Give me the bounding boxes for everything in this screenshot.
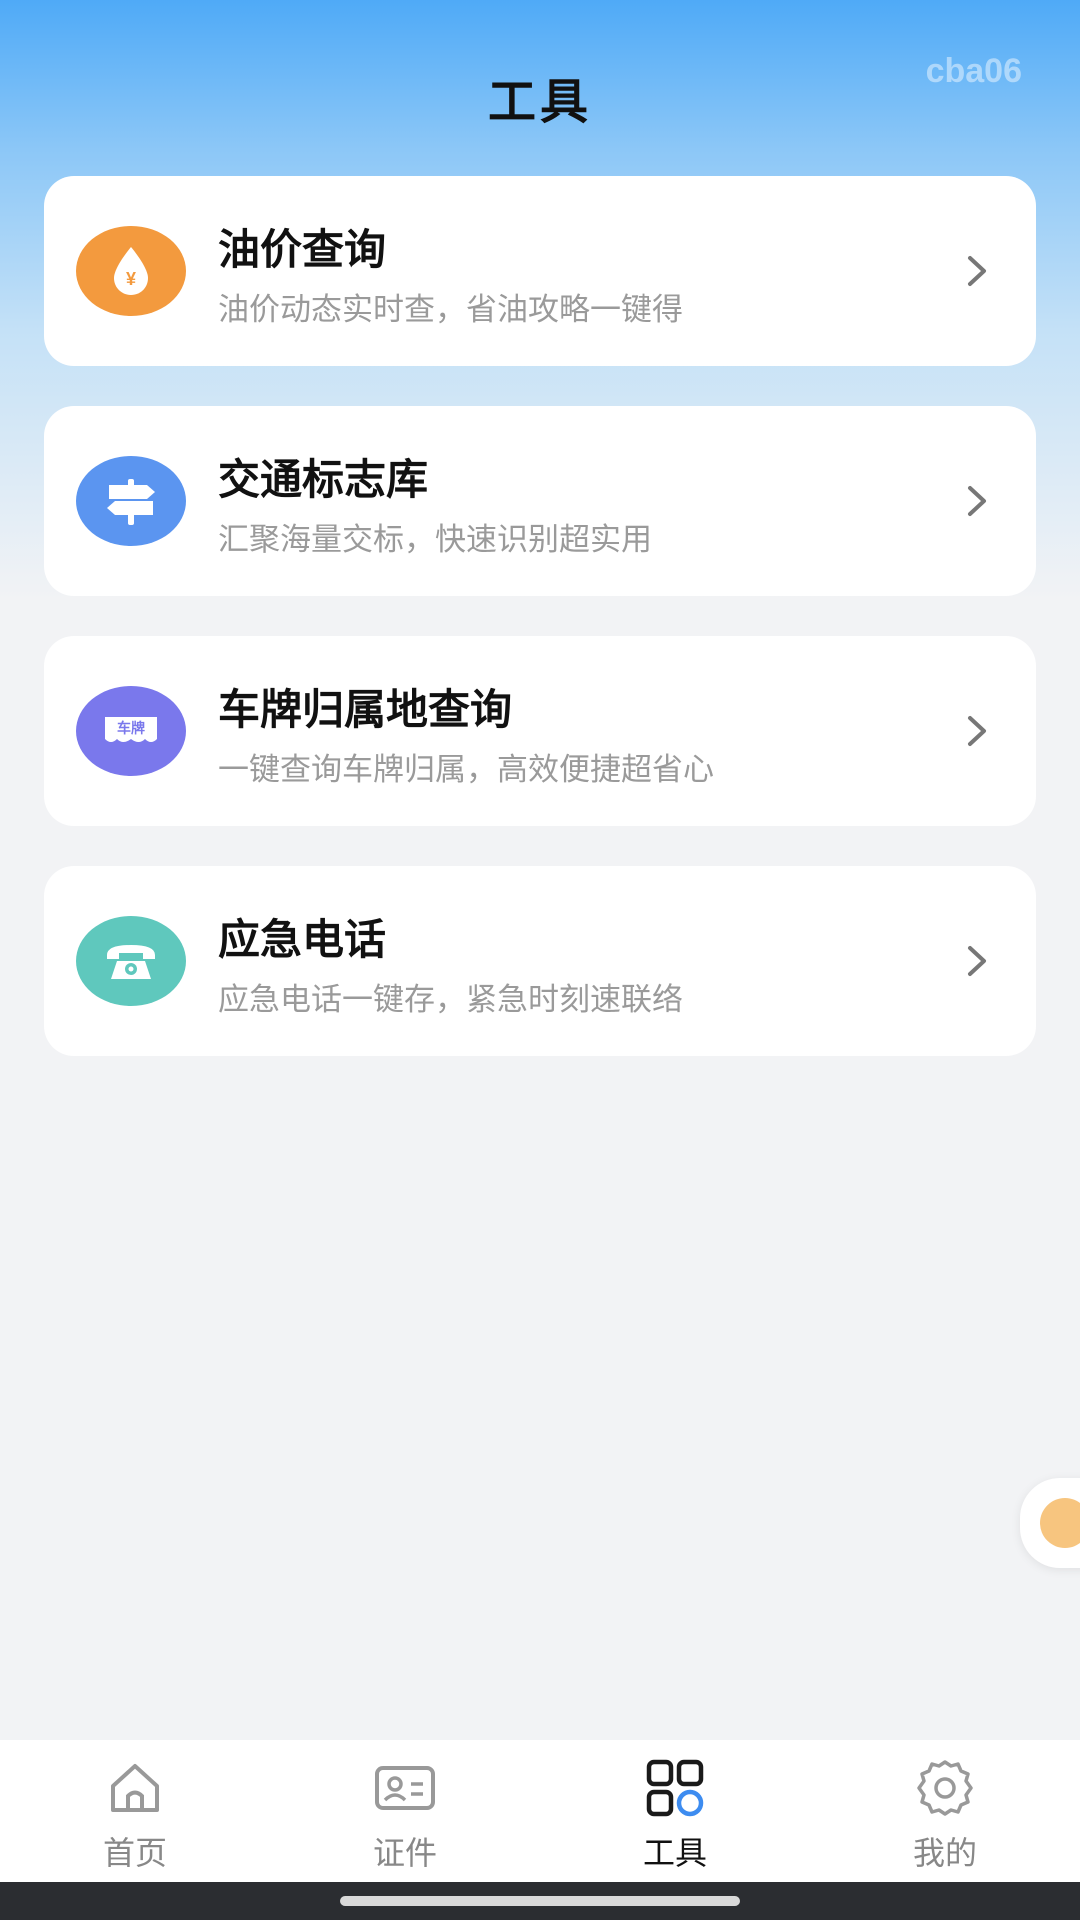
tab-mine[interactable]: 我的	[810, 1740, 1080, 1882]
tool-card-traffic-signs[interactable]: 交通标志库 汇聚海量交标，快速识别超实用	[44, 406, 1036, 596]
tool-list: ¥ 油价查询 油价动态实时查，省油攻略一键得 交通标志库 汇聚海量交标，快速识别…	[44, 176, 1036, 1096]
tab-label: 证件	[372, 1834, 437, 1872]
tab-documents[interactable]: 证件	[270, 1740, 540, 1882]
telephone-icon	[76, 916, 186, 1006]
home-icon	[111, 1764, 159, 1812]
tool-title: 应急电话	[218, 915, 387, 964]
tool-title: 油价查询	[218, 225, 387, 274]
watermark-text: cba06	[925, 52, 1022, 90]
chevron-right-icon	[968, 256, 986, 286]
oil-drop-icon: ¥	[76, 226, 186, 316]
floating-button[interactable]	[1020, 1478, 1080, 1568]
tool-subtitle: 油价动态实时查，省油攻略一键得	[218, 292, 683, 328]
tool-card-oil-price[interactable]: ¥ 油价查询 油价动态实时查，省油攻略一键得	[44, 176, 1036, 366]
floating-button-icon	[1040, 1498, 1080, 1548]
bottom-tab-bar: 首页 证件 工具 我的	[0, 1740, 1080, 1882]
chevron-right-icon	[968, 716, 986, 746]
tool-title: 车牌归属地查询	[218, 685, 513, 734]
id-card-icon	[375, 1766, 435, 1810]
page-title: 工具	[487, 74, 592, 130]
tool-subtitle: 汇聚海量交标，快速识别超实用	[218, 522, 652, 558]
tab-tools[interactable]: 工具	[540, 1740, 810, 1882]
tab-label: 我的	[912, 1834, 977, 1872]
tab-label: 首页	[102, 1834, 167, 1872]
tab-home[interactable]: 首页	[0, 1740, 270, 1882]
tool-card-plate-lookup[interactable]: 车牌 车牌归属地查询 一键查询车牌归属，高效便捷超省心	[44, 636, 1036, 826]
gear-icon	[917, 1760, 973, 1816]
signpost-icon	[76, 456, 186, 546]
license-plate-icon: 车牌	[76, 686, 186, 776]
system-navigation-bar	[0, 1882, 1080, 1920]
chevron-right-icon	[968, 946, 986, 976]
tool-card-emergency-phone[interactable]: 应急电话 应急电话一键存，紧急时刻速联络	[44, 866, 1036, 1056]
tool-title: 交通标志库	[218, 455, 429, 504]
plate-icon-text: 车牌	[117, 720, 145, 737]
oil-drop-symbol: ¥	[126, 269, 136, 289]
chevron-right-icon	[968, 486, 986, 516]
tools-grid-icon	[646, 1759, 704, 1817]
header: 工具 cba06	[0, 0, 1080, 170]
tool-subtitle: 应急电话一键存，紧急时刻速联络	[218, 982, 683, 1018]
tab-label: 工具	[642, 1834, 707, 1872]
home-indicator[interactable]	[340, 1896, 740, 1906]
tool-subtitle: 一键查询车牌归属，高效便捷超省心	[218, 752, 714, 788]
